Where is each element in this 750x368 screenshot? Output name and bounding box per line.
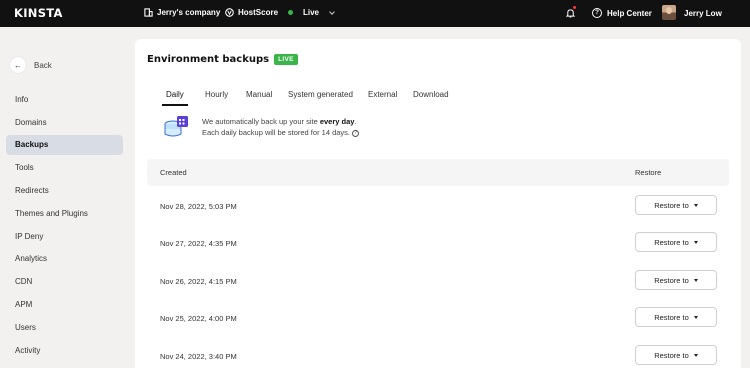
restore-to-button[interactable]: Restore to: [635, 307, 717, 327]
environment-label: Live: [303, 8, 320, 17]
restore-to-button[interactable]: Restore to: [635, 195, 717, 215]
hostscore-link[interactable]: HostScore: [225, 8, 278, 17]
sidebar-item-backups[interactable]: Backups: [6, 135, 123, 155]
kinsta-logo[interactable]: KINSTA: [14, 6, 63, 20]
backup-created-date: Nov 27, 2022, 4:35 PM: [160, 239, 237, 248]
sidebar-item-tools[interactable]: Tools: [6, 158, 123, 178]
restore-label: Restore to: [654, 200, 689, 210]
sidebar: ← Back Info Domains Backups Tools Redire…: [0, 27, 135, 368]
table-row: Nov 25, 2022, 4:00 PM Restore to: [147, 301, 729, 338]
info-line1-bold: every day: [319, 117, 355, 126]
table-row: Nov 26, 2022, 4:15 PM Restore to: [147, 264, 729, 301]
sidebar-item-analytics[interactable]: Analytics: [6, 249, 123, 269]
table-row: Nov 28, 2022, 5:03 PM Restore to: [147, 189, 729, 226]
sidebar-item-activity[interactable]: Activity: [6, 341, 123, 361]
backup-created-date: Nov 28, 2022, 5:03 PM: [160, 202, 237, 211]
top-bar: KINSTA Jerry's company HostScore Live ? …: [0, 0, 750, 27]
help-icon[interactable]: ?: [592, 8, 602, 18]
live-status-dot: [288, 10, 293, 15]
column-created: Created: [160, 168, 187, 177]
sidebar-item-apm[interactable]: APM: [6, 295, 123, 315]
arrow-left-icon: ←: [10, 57, 26, 73]
environment-switcher[interactable]: Live: [288, 8, 335, 17]
info-line1-suffix: .: [354, 117, 357, 126]
restore-label: Restore to: [654, 312, 689, 322]
company-switcher[interactable]: Jerry's company: [144, 8, 220, 17]
user-name[interactable]: Jerry Low: [684, 9, 722, 18]
caret-down-icon: [693, 240, 698, 244]
info-line1-prefix: We automatically back up your site: [202, 117, 320, 126]
caret-down-icon: [693, 278, 698, 282]
sidebar-item-info[interactable]: Info: [6, 90, 123, 110]
company-name: Jerry's company: [157, 8, 221, 17]
hostscore-label: HostScore: [238, 8, 279, 17]
database-calendar-icon: [164, 116, 188, 137]
backups-panel: Environment backups LIVE Daily Hourly Ma…: [135, 39, 741, 368]
caret-down-icon: [693, 203, 698, 207]
tab-daily[interactable]: Daily: [162, 90, 188, 106]
tab-hourly[interactable]: Hourly: [205, 90, 228, 106]
chevron-down-icon: [329, 8, 335, 15]
hostscore-icon: [225, 8, 234, 17]
backup-info: We automatically back up your site every…: [202, 116, 359, 138]
table-row: Nov 24, 2022, 3:40 PM Restore to: [147, 339, 729, 368]
avatar[interactable]: [662, 5, 676, 20]
caret-down-icon: [693, 315, 698, 319]
tab-manual[interactable]: Manual: [246, 90, 272, 106]
sidebar-item-ip-deny[interactable]: IP Deny: [6, 227, 123, 247]
question-icon[interactable]: ?: [352, 129, 359, 137]
sidebar-item-themes-and-plugins[interactable]: Themes and Plugins: [6, 204, 123, 224]
tab-system-generated[interactable]: System generated: [288, 90, 353, 106]
bell-icon[interactable]: [566, 8, 575, 18]
building-icon: [144, 8, 153, 17]
table-header: Created Restore: [147, 159, 729, 186]
live-badge: LIVE: [274, 54, 298, 65]
column-restore: Restore: [635, 168, 662, 177]
restore-label: Restore to: [654, 237, 689, 247]
tab-external[interactable]: External: [368, 90, 397, 106]
page-title: Environment backups: [147, 54, 270, 65]
backup-created-date: Nov 24, 2022, 3:40 PM: [160, 352, 237, 361]
sidebar-item-redirects[interactable]: Redirects: [6, 181, 123, 201]
backup-created-date: Nov 26, 2022, 4:15 PM: [160, 277, 237, 286]
restore-to-button[interactable]: Restore to: [635, 345, 717, 365]
notification-dot: [573, 6, 576, 9]
sidebar-item-cdn[interactable]: CDN: [6, 272, 123, 292]
sidebar-item-domains[interactable]: Domains: [6, 113, 123, 133]
back-button[interactable]: ← Back: [10, 57, 52, 73]
backup-created-date: Nov 25, 2022, 4:00 PM: [160, 314, 237, 323]
restore-label: Restore to: [654, 350, 689, 360]
back-label: Back: [34, 60, 52, 70]
restore-to-button[interactable]: Restore to: [635, 270, 717, 290]
restore-to-button[interactable]: Restore to: [635, 232, 717, 252]
table-row: Nov 27, 2022, 4:35 PM Restore to: [147, 226, 729, 263]
caret-down-icon: [693, 353, 698, 357]
info-line2: Each daily backup will be stored for 14 …: [202, 128, 350, 137]
restore-label: Restore to: [654, 275, 689, 285]
help-center-link[interactable]: Help Center: [607, 9, 652, 18]
sidebar-item-users[interactable]: Users: [6, 318, 123, 338]
tab-download[interactable]: Download: [413, 90, 449, 106]
title-row: Environment backups LIVE: [147, 54, 298, 65]
